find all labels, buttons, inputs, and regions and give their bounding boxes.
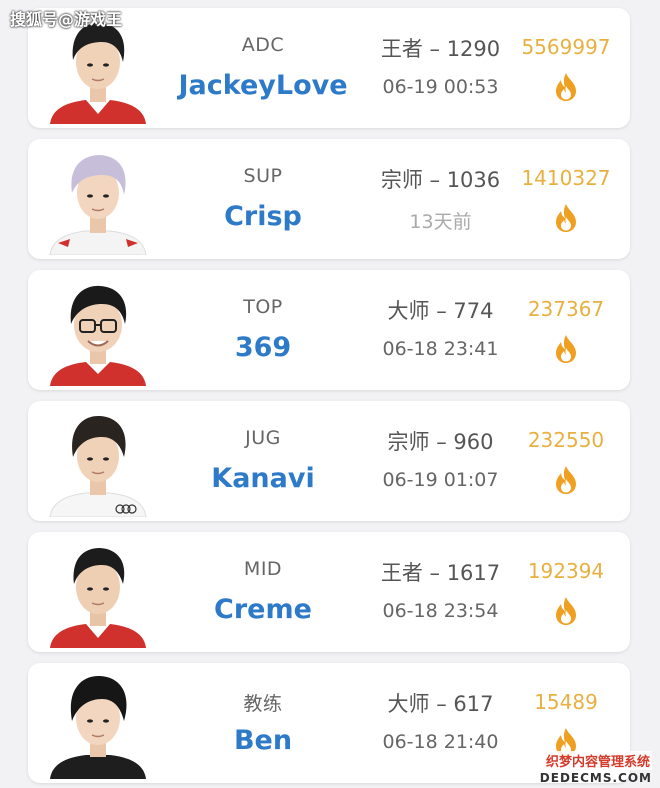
player-card[interactable]: MID Creme 王者 – 1617 06-18 23:54 192394 [28,532,630,652]
player-avatar [46,409,150,517]
player-last-active: 06-18 23:54 [382,600,499,622]
player-card[interactable]: 教练 Ben 大师 – 617 06-18 21:40 15489 [28,663,630,783]
player-list: ADC JackeyLove 王者 – 1290 06-19 00:53 556… [0,0,660,788]
player-name[interactable]: JackeyLove [158,70,368,101]
player-avatar [46,278,150,386]
player-heat-count: 15489 [534,690,598,714]
player-name[interactable]: 369 [158,332,368,363]
player-role: JUG [245,427,281,449]
player-card[interactable]: SUP Crisp 宗师 – 1036 13天前 1410327 [28,139,630,259]
fire-icon [556,204,576,232]
player-name[interactable]: Crisp [158,201,368,232]
player-rank: 大师 – 774 [387,299,494,323]
fire-icon [556,73,576,101]
fire-icon [556,597,576,625]
player-role: TOP [243,296,283,318]
player-avatar [46,147,150,255]
player-last-active: 06-19 00:53 [382,76,499,98]
player-avatar [46,671,150,779]
player-name[interactable]: Ben [158,725,368,756]
player-rank: 王者 – 1617 [380,561,501,585]
player-heat-count: 232550 [527,428,605,452]
player-avatar [46,16,150,124]
player-role: MID [243,558,283,580]
player-rank: 宗师 – 960 [387,430,494,454]
player-rank: 王者 – 1290 [380,37,501,61]
player-last-active: 06-19 01:07 [382,469,499,491]
player-avatar [46,540,150,648]
source-watermark: 搜狐号@游戏王 [10,10,123,29]
player-last-active: 06-18 21:40 [382,731,499,753]
player-card[interactable]: JUG Kanavi 宗师 – 960 06-19 01:07 232550 [28,401,630,521]
site-watermark-url: DEDECMS.COM [539,771,652,785]
fire-icon [556,466,576,494]
player-role: SUP [243,165,283,187]
player-name[interactable]: Kanavi [158,463,368,494]
player-heat-count: 5569997 [521,35,611,59]
player-role: ADC [241,34,285,56]
player-heat-count: 1410327 [521,166,611,190]
player-name[interactable]: Creme [158,594,368,625]
player-role: 教练 [243,693,283,715]
player-rank: 宗师 – 1036 [380,168,501,192]
fire-icon [556,335,576,363]
player-last-active: 13天前 [409,211,472,233]
player-last-active: 06-18 23:41 [382,338,499,360]
player-card[interactable]: TOP 369 大师 – 774 06-18 23:41 237367 [28,270,630,390]
player-heat-count: 192394 [527,559,605,583]
player-rank: 大师 – 617 [387,692,494,716]
site-watermark: 织梦内容管理系统 [543,751,652,770]
player-heat-count: 237367 [527,297,605,321]
